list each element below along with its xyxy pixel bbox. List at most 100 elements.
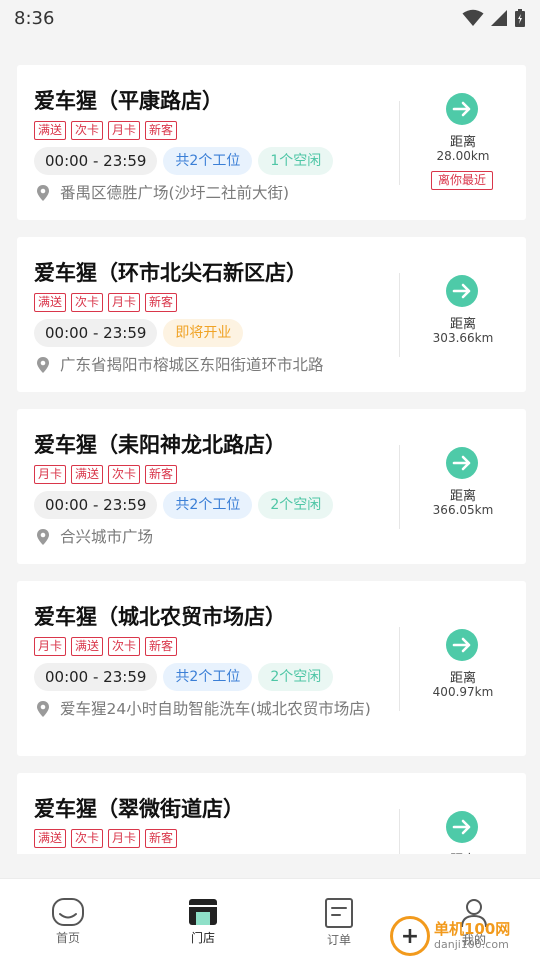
distance-value: 303.66km bbox=[432, 331, 494, 345]
bays-free-chip: 2个空闲 bbox=[258, 491, 334, 519]
navigate-button[interactable] bbox=[446, 275, 478, 307]
promo-tag: 新客 bbox=[145, 637, 178, 656]
order-icon bbox=[325, 898, 353, 928]
location-pin-icon bbox=[37, 357, 49, 373]
promo-tag: 次卡 bbox=[108, 637, 141, 656]
coming-soon-chip: 即将开业 bbox=[163, 319, 244, 347]
tab-label: 首页 bbox=[55, 931, 80, 945]
store-card[interactable]: 爱车猩（城北农贸市场店） 月卡 满送 次卡 新客 00:00 - 23:59 共… bbox=[17, 581, 526, 756]
promo-tag: 满送 bbox=[71, 465, 104, 484]
store-name: 爱车猩（耒阳神龙北路店） bbox=[34, 433, 286, 457]
navigate-button[interactable] bbox=[446, 811, 478, 843]
address-text: 番禺区德胜广场(沙圩二社前大街) bbox=[60, 184, 290, 202]
promo-tag: 新客 bbox=[145, 293, 178, 312]
tab-label: 门店 bbox=[190, 931, 215, 945]
watermark-logo-icon: + bbox=[390, 916, 430, 956]
store-address: 爱车猩24小时自助智能洗车(城北农贸市场店) bbox=[34, 698, 394, 720]
store-list[interactable]: 爱车猩（平康路店） 满送 次卡 月卡 新客 00:00 - 23:59 共2个工… bbox=[0, 52, 540, 854]
site-watermark: + 单机100网 danji100.com bbox=[390, 914, 540, 958]
tab-home[interactable]: 首页 bbox=[28, 897, 108, 946]
location-pin-icon bbox=[37, 185, 49, 201]
location-pin-icon bbox=[37, 529, 49, 545]
promo-tag: 新客 bbox=[145, 121, 178, 140]
promo-tag: 月卡 bbox=[108, 293, 141, 312]
opening-hours: 00:00 - 23:59 bbox=[34, 147, 158, 175]
distance-label: 距离 bbox=[400, 849, 526, 854]
promo-tag: 月卡 bbox=[108, 121, 141, 140]
store-chips: 00:00 - 23:59 共2个工位 2个空闲 bbox=[34, 491, 334, 519]
battery-icon bbox=[515, 9, 525, 27]
distance-value: 28.00km bbox=[436, 149, 490, 163]
store-name: 爱车猩（平康路店） bbox=[34, 89, 223, 113]
distance-label: 距离 bbox=[449, 317, 476, 332]
store-name: 爱车猩（城北农贸市场店） bbox=[34, 605, 286, 629]
store-name: 爱车猩（翠微街道店） bbox=[34, 797, 244, 821]
navigate-button[interactable] bbox=[446, 629, 478, 661]
signal-icon bbox=[491, 10, 507, 26]
bays-total-chip: 共2个工位 bbox=[163, 147, 253, 175]
distance-label: 距离 bbox=[449, 489, 476, 504]
store-icon bbox=[189, 899, 217, 925]
address-text: 合兴城市广场 bbox=[60, 528, 154, 546]
arrow-right-icon bbox=[452, 455, 471, 471]
address-text: 广东省揭阳市榕城区东阳街道环市北路 bbox=[60, 356, 324, 374]
promo-tag: 次卡 bbox=[71, 293, 104, 312]
store-card[interactable]: 爱车猩（翠微街道店） 满送 次卡 月卡 新客 距离 bbox=[17, 773, 526, 854]
bays-total-chip: 共2个工位 bbox=[163, 491, 253, 519]
promo-tag: 次卡 bbox=[71, 829, 104, 848]
promo-tag: 月卡 bbox=[34, 637, 67, 656]
address-text: 爱车猩24小时自助智能洗车(城北农贸市场店) bbox=[60, 700, 371, 718]
store-card[interactable]: 爱车猩（耒阳神龙北路店） 月卡 满送 次卡 新客 00:00 - 23:59 共… bbox=[17, 409, 526, 564]
navigate-button[interactable] bbox=[446, 447, 478, 479]
promo-tag: 满送 bbox=[34, 121, 67, 140]
arrow-right-icon bbox=[452, 283, 471, 299]
distance-value: 400.97km bbox=[432, 685, 494, 699]
arrow-right-icon bbox=[452, 819, 471, 835]
store-address: 广东省揭阳市榕城区东阳街道环市北路 bbox=[34, 354, 394, 376]
store-tags: 月卡 满送 次卡 新客 bbox=[34, 637, 178, 656]
store-card[interactable]: 爱车猩（平康路店） 满送 次卡 月卡 新客 00:00 - 23:59 共2个工… bbox=[17, 65, 526, 220]
store-tags: 满送 次卡 月卡 新客 bbox=[34, 121, 178, 140]
store-address: 番禺区德胜广场(沙圩二社前大街) bbox=[34, 182, 394, 204]
store-tags: 月卡 满送 次卡 新客 bbox=[34, 465, 178, 484]
store-chips: 00:00 - 23:59 共2个工位 1个空闲 bbox=[34, 147, 334, 175]
promo-tag: 新客 bbox=[145, 465, 178, 484]
promo-tag: 新客 bbox=[145, 829, 178, 848]
home-icon bbox=[52, 898, 84, 926]
watermark-main-text: 单机100网 bbox=[434, 920, 511, 938]
promo-tag: 次卡 bbox=[108, 465, 141, 484]
location-pin-icon bbox=[37, 701, 49, 717]
promo-tag: 月卡 bbox=[34, 465, 67, 484]
distance-label: 距离 bbox=[449, 135, 476, 150]
store-name: 爱车猩（环市北尖石新区店） bbox=[34, 261, 307, 285]
store-chips: 00:00 - 23:59 共2个工位 2个空闲 bbox=[34, 663, 334, 691]
status-time: 8:36 bbox=[14, 7, 55, 29]
status-bar: 8:36 bbox=[0, 0, 540, 36]
navigate-button[interactable] bbox=[446, 93, 478, 125]
opening-hours: 00:00 - 23:59 bbox=[34, 491, 158, 519]
promo-tag: 满送 bbox=[71, 637, 104, 656]
promo-tag: 次卡 bbox=[71, 121, 104, 140]
opening-hours: 00:00 - 23:59 bbox=[34, 319, 158, 347]
store-tags: 满送 次卡 月卡 新客 bbox=[34, 829, 178, 848]
promo-tag: 满送 bbox=[34, 293, 67, 312]
store-card[interactable]: 爱车猩（环市北尖石新区店） 满送 次卡 月卡 新客 00:00 - 23:59 … bbox=[17, 237, 526, 392]
watermark-sub-text: danji100.com bbox=[434, 938, 509, 951]
tab-orders[interactable]: 订单 bbox=[299, 897, 379, 948]
promo-tag: 满送 bbox=[34, 829, 67, 848]
tab-store[interactable]: 门店 bbox=[163, 897, 243, 946]
tab-label: 订单 bbox=[326, 933, 351, 947]
arrow-right-icon bbox=[452, 637, 471, 653]
status-icons bbox=[462, 8, 526, 28]
bays-free-chip: 2个空闲 bbox=[258, 663, 334, 691]
wifi-icon bbox=[462, 9, 484, 26]
bays-free-chip: 1个空闲 bbox=[258, 147, 334, 175]
distance-label: 距离 bbox=[449, 671, 476, 686]
arrow-right-icon bbox=[452, 101, 471, 117]
bays-total-chip: 共2个工位 bbox=[163, 663, 253, 691]
distance-value: 366.05km bbox=[432, 503, 494, 517]
card-divider bbox=[399, 809, 400, 854]
store-chips: 00:00 - 23:59 即将开业 bbox=[34, 319, 244, 347]
promo-tag: 月卡 bbox=[108, 829, 141, 848]
opening-hours: 00:00 - 23:59 bbox=[34, 663, 158, 691]
